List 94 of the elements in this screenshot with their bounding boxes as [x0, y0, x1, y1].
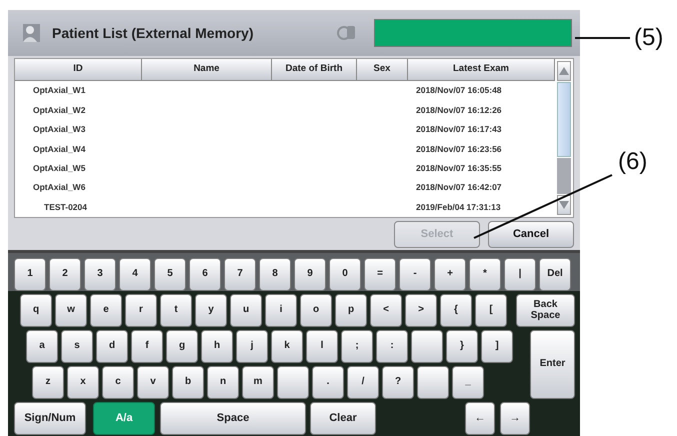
table-cell: 2019/Feb/04 17:31:13	[416, 200, 501, 214]
scroll-down-button[interactable]	[557, 195, 571, 215]
keyboard-key[interactable]: [	[475, 294, 507, 327]
keyboard-key[interactable]: n	[207, 366, 239, 399]
table-cell-text: OptAxial_W5	[32, 162, 86, 175]
keyboard-key[interactable]: g	[166, 330, 198, 363]
keyboard-key[interactable]: _	[452, 366, 484, 399]
table-cell: 2018/Nov/07 16:23:56	[416, 142, 502, 156]
keyboard-key[interactable]: ←	[465, 402, 495, 435]
keyboard-key[interactable]: t	[160, 294, 192, 327]
keyboard-key[interactable]: m	[242, 366, 274, 399]
keyboard-key[interactable]: 0	[329, 258, 361, 291]
blank-key[interactable]	[277, 366, 309, 399]
scroll-up-button[interactable]	[557, 61, 571, 81]
keyboard-key[interactable]: y	[195, 294, 227, 327]
leader-line	[575, 37, 630, 39]
keyboard-key[interactable]: 1	[14, 258, 46, 291]
keyboard-key[interactable]: v	[137, 366, 169, 399]
keyboard-key[interactable]: z	[32, 366, 64, 399]
keyboard-key[interactable]: =	[364, 258, 396, 291]
keyboard-key[interactable]: p	[335, 294, 367, 327]
column-header[interactable]: ID	[15, 59, 142, 80]
table-cell: 2018/Nov/07 16:05:48	[416, 84, 502, 98]
column-header[interactable]: Name	[142, 59, 272, 80]
keyboard-key[interactable]: s	[61, 330, 93, 363]
keyboard-key[interactable]: Back Space	[516, 294, 575, 327]
keyboard-key[interactable]: Enter	[530, 330, 575, 399]
scroll-thumb[interactable]	[557, 82, 571, 157]
column-header[interactable]: Date of Birth	[272, 59, 357, 80]
column-header[interactable]: Sex	[357, 59, 408, 80]
keyboard-key[interactable]: |	[504, 258, 536, 291]
callout-label: (5)	[634, 26, 664, 50]
table-cell-text: OptAxial_W2	[32, 104, 86, 116]
keyboard-key[interactable]: <	[370, 294, 402, 327]
keyboard-key[interactable]: q	[20, 294, 52, 327]
keyboard-key[interactable]: 5	[154, 258, 186, 291]
blank-key[interactable]	[411, 330, 443, 363]
keyboard-key[interactable]: 7	[224, 258, 256, 291]
keyboard-key[interactable]: ;	[341, 330, 373, 363]
keyboard-key[interactable]: h	[201, 330, 233, 363]
table-cell: 2018/Nov/07 16:42:07	[416, 181, 502, 194]
keyboard-key[interactable]: *	[469, 258, 501, 291]
triangle-down-icon	[559, 201, 569, 209]
keyboard-key[interactable]: k	[271, 330, 303, 363]
window-title: Patient List (External Memory)	[52, 24, 254, 43]
table-cell-text: TEST-0204	[43, 200, 88, 214]
keyboard-key[interactable]: }	[446, 330, 478, 363]
keyboard-key[interactable]: u	[230, 294, 262, 327]
keyboard-key[interactable]: l	[306, 330, 338, 363]
keyboard-key[interactable]: j	[236, 330, 268, 363]
keyboard-key[interactable]: o	[300, 294, 332, 327]
keyboard-key[interactable]: x	[67, 366, 99, 399]
table-cell-text: OptAxial_W1	[32, 84, 86, 98]
keyboard-key[interactable]: /	[347, 366, 379, 399]
keyboard-key[interactable]: .	[312, 366, 344, 399]
callout-label: (6)	[618, 150, 648, 174]
keyboard-key[interactable]: +	[434, 258, 466, 291]
keyboard-key[interactable]: Space	[160, 402, 306, 435]
keyboard-key[interactable]: c	[102, 366, 134, 399]
keyboard-key[interactable]: Sign/Num	[14, 402, 86, 435]
keyboard-key[interactable]: Del	[539, 258, 571, 291]
keyboard-key[interactable]: 3	[84, 258, 116, 291]
cancel-button[interactable]: Cancel	[488, 220, 574, 248]
keyboard-key[interactable]: r	[125, 294, 157, 327]
keyboard-key[interactable]: i	[265, 294, 297, 327]
keyboard-key[interactable]: 6	[189, 258, 221, 291]
keyboard-key[interactable]: 9	[294, 258, 326, 291]
table-cell-text: OptAxial_W6	[32, 181, 86, 194]
person-icon	[20, 22, 42, 44]
triangle-up-icon	[559, 67, 569, 75]
keyboard-key[interactable]: ?	[382, 366, 414, 399]
table-cell: 2018/Nov/07 16:12:26	[416, 104, 502, 116]
keyboard-key[interactable]: f	[131, 330, 163, 363]
keyboard-key[interactable]: -	[399, 258, 431, 291]
keyboard-key[interactable]: {	[440, 294, 472, 327]
keyboard-key[interactable]: Clear	[310, 402, 376, 435]
blank-key[interactable]	[417, 366, 449, 399]
table-cell: 2018/Nov/07 16:35:55	[416, 162, 502, 175]
table-cell: 2018/Nov/07 16:17:43	[416, 123, 502, 136]
keyboard-key[interactable]: →	[500, 402, 530, 435]
keyboard-key[interactable]: d	[96, 330, 128, 363]
keyboard-key[interactable]: a	[26, 330, 58, 363]
table-cell-text: OptAxial_W4	[32, 142, 86, 156]
keyboard-key[interactable]: :	[376, 330, 408, 363]
keyboard-key[interactable]: 4	[119, 258, 151, 291]
keyboard-key[interactable]: b	[172, 366, 204, 399]
keyboard-key[interactable]: ]	[481, 330, 513, 363]
keyboard-key[interactable]: 8	[259, 258, 291, 291]
keyboard-key[interactable]: w	[55, 294, 87, 327]
column-header[interactable]: Latest Exam	[408, 59, 555, 80]
keyboard-key[interactable]: >	[405, 294, 437, 327]
table-cell-text: OptAxial_W3	[32, 123, 86, 136]
keyboard-key[interactable]: 2	[49, 258, 81, 291]
keyboard-key[interactable]: e	[90, 294, 122, 327]
